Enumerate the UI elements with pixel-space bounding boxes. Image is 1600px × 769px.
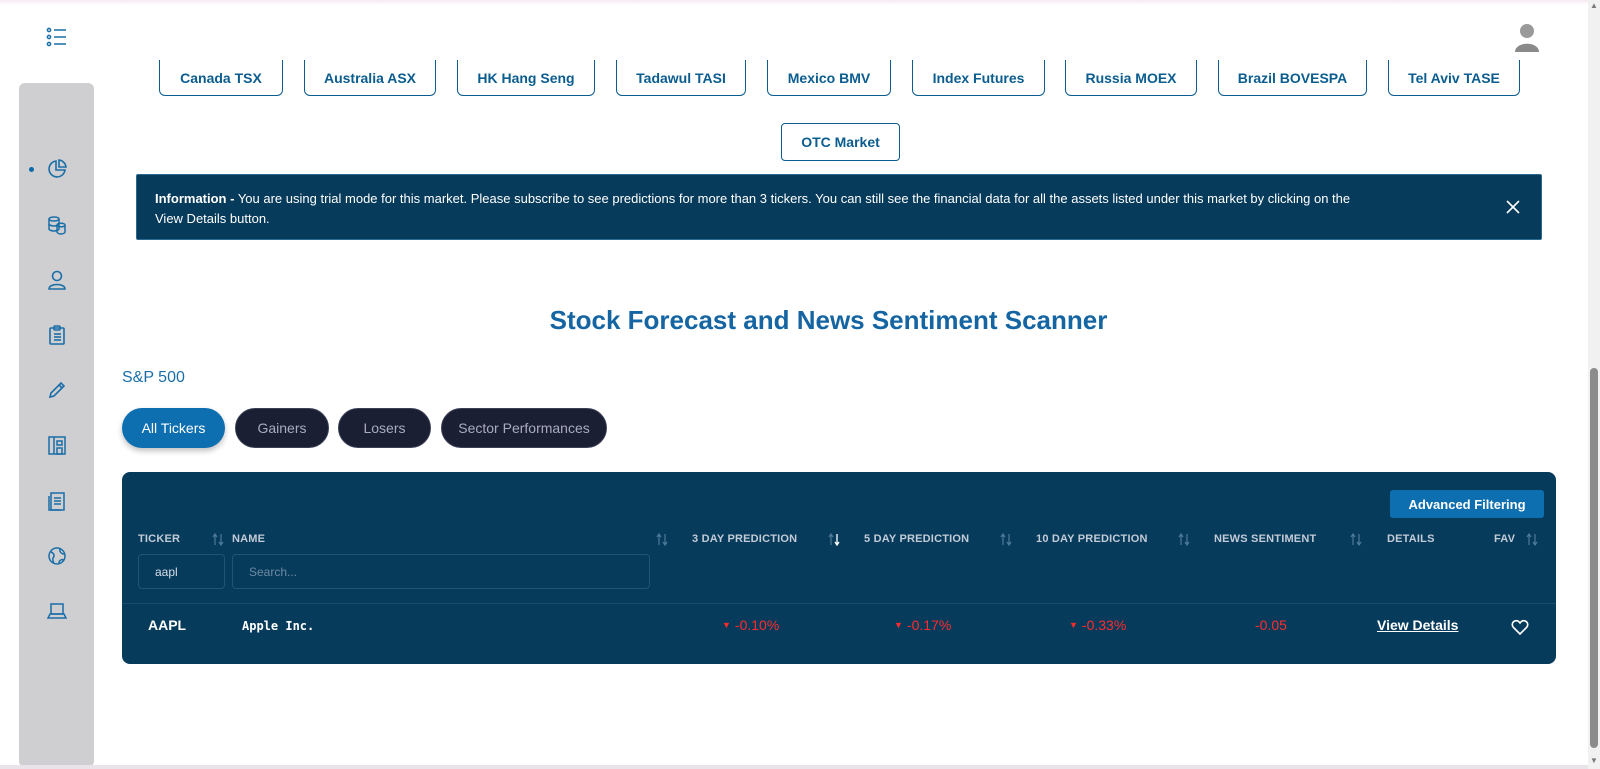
page-scrollbar[interactable]: ▲ ▼ — [1588, 0, 1600, 769]
sidebar-item-companies[interactable] — [19, 427, 94, 463]
sort-icon[interactable] — [1178, 533, 1190, 546]
pie-chart-icon — [47, 159, 67, 178]
prediction-5-day-cell: ▼ -0.17% — [894, 617, 951, 633]
ticker-cell: AAPL — [148, 617, 187, 633]
sort-icon[interactable] — [1000, 533, 1012, 546]
prediction-3-day-cell: ▼ -0.10% — [722, 617, 779, 633]
sidebar-item-dashboard[interactable] — [19, 151, 94, 187]
info-text: You are using trial mode for this market… — [155, 191, 1351, 226]
menu-list-icon[interactable] — [46, 26, 68, 48]
prediction-5-day-value: -0.17% — [906, 617, 952, 633]
prediction-10-day-value: -0.33% — [1081, 617, 1127, 633]
market-button-russia-moex[interactable]: Russia MOEX — [1065, 60, 1197, 96]
globe-icon — [47, 547, 66, 565]
news-sentiment-cell: -0.05 — [1255, 617, 1287, 633]
column-header-name[interactable]: NAME — [232, 533, 265, 545]
info-label: Information - — [155, 191, 235, 206]
column-header-news-sentiment[interactable]: NEWS SENTIMENT — [1214, 533, 1316, 545]
market-button-otc-market[interactable]: OTC Market — [781, 123, 900, 161]
tab-sector-performances[interactable]: Sector Performances — [441, 408, 607, 448]
document-icon — [47, 492, 65, 511]
close-icon[interactable] — [1505, 199, 1521, 215]
trial-info-banner: Information - You are using trial mode f… — [136, 174, 1542, 240]
prediction-3-day-value: -0.10% — [734, 617, 780, 633]
market-button-index-futures[interactable]: Index Futures — [912, 60, 1045, 96]
market-button-australia-asx[interactable]: Australia ASX — [304, 60, 436, 96]
sidebar — [19, 83, 94, 767]
tab-gainers[interactable]: Gainers — [235, 408, 329, 448]
coins-icon — [47, 216, 66, 235]
tab-all-tickers[interactable]: All Tickers — [122, 408, 225, 448]
advanced-filtering-button[interactable]: Advanced Filtering — [1390, 490, 1544, 518]
column-header-3-day-prediction[interactable]: 3 DAY PREDICTION — [692, 533, 797, 545]
market-button-brazil-bovespa[interactable]: Brazil BOVESPA — [1218, 60, 1367, 96]
sort-icon[interactable] — [1350, 533, 1362, 546]
column-header-10-day-prediction[interactable]: 10 DAY PREDICTION — [1036, 533, 1148, 545]
tab-losers[interactable]: Losers — [338, 408, 431, 448]
market-button-mexico-bmv[interactable]: Mexico BMV — [767, 60, 891, 96]
name-search-input[interactable] — [232, 554, 650, 589]
column-header-fav[interactable]: FAV — [1494, 533, 1515, 545]
user-icon — [47, 270, 66, 290]
view-details-link[interactable]: View Details — [1377, 617, 1458, 633]
sidebar-item-edit[interactable] — [19, 372, 94, 408]
prediction-10-day-cell: ▼ -0.33% — [1069, 617, 1126, 633]
sort-icon[interactable] — [212, 533, 224, 546]
sidebar-item-platform[interactable] — [19, 593, 94, 629]
caret-down-icon: ▼ — [1069, 620, 1078, 630]
building-icon — [47, 436, 66, 455]
caret-down-icon: ▼ — [894, 620, 903, 630]
scroll-thumb[interactable] — [1590, 368, 1598, 748]
column-header-details: DETAILS — [1387, 533, 1435, 545]
market-button-hk-hang-seng[interactable]: HK Hang Seng — [457, 60, 595, 96]
sidebar-item-news[interactable] — [19, 483, 94, 519]
ticker-filter-input[interactable] — [138, 554, 225, 589]
name-cell: Apple Inc. — [242, 619, 315, 633]
sidebar-item-assets[interactable] — [19, 207, 94, 243]
heart-icon[interactable] — [1511, 619, 1529, 636]
row-divider — [122, 603, 1556, 604]
page-title: Stock Forecast and News Sentiment Scanne… — [549, 305, 1108, 335]
pencil-icon — [48, 381, 65, 399]
bottom-border — [0, 765, 1588, 769]
top-border — [0, 0, 1600, 5]
laptop-icon — [46, 603, 67, 619]
user-avatar-icon[interactable] — [1513, 22, 1541, 52]
market-button-tadawul-tasi[interactable]: Tadawul TASI — [616, 60, 746, 96]
scroll-up-icon[interactable]: ▲ — [1590, 2, 1598, 10]
column-header-5-day-prediction[interactable]: 5 DAY PREDICTION — [864, 533, 969, 545]
active-indicator — [29, 167, 34, 172]
market-button-canada-tsx[interactable]: Canada TSX — [159, 60, 283, 96]
column-header-ticker[interactable]: TICKER — [138, 533, 180, 545]
scroll-down-icon[interactable]: ▼ — [1590, 757, 1598, 765]
sort-icon[interactable] — [1526, 533, 1538, 546]
market-button-tel-aviv-tase[interactable]: Tel Aviv TASE — [1388, 60, 1520, 96]
caret-down-icon: ▼ — [722, 620, 731, 630]
sort-icon[interactable] — [656, 533, 668, 546]
sidebar-item-profile[interactable] — [19, 262, 94, 298]
sort-active-icon[interactable] — [828, 533, 840, 546]
market-name: S&P 500 — [122, 369, 185, 386]
sidebar-item-markets[interactable] — [19, 538, 94, 574]
